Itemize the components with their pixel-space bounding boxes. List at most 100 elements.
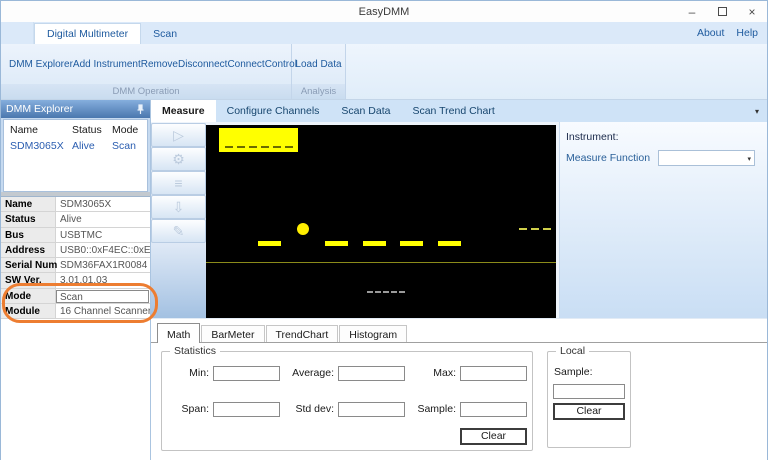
tab-configure-channels[interactable]: Configure Channels [216,100,331,122]
reading-dash [363,241,386,246]
statistics-clear-button[interactable]: Clear [460,428,527,445]
reading-dash [400,241,423,246]
tab-digital-multimeter[interactable]: Digital Multimeter [34,23,141,44]
sample-label: Sample: [402,403,456,417]
minimize-icon[interactable]: – [677,1,707,22]
property-row-mode: Mode Scan [1,289,150,304]
disconnect-button[interactable]: Disconnect [178,59,227,70]
remove-button[interactable]: Remove [141,59,178,70]
measure-tab-content: ▷ ⚙ ≡ ⇩ ✎ [151,122,767,318]
tab-math[interactable]: Math [157,323,200,343]
prop-value: SDM3065X [56,197,150,211]
document-tab-bar: Measure Configure Channels Scan Data Sca… [151,100,767,122]
maximize-icon[interactable] [707,1,737,22]
tab-scan-trend-chart[interactable]: Scan Trend Chart [401,100,505,122]
gear-icon: ⚙ [172,151,185,168]
prop-value: USBTMC [56,228,150,242]
aux-dash [543,228,551,230]
statistics-groupbox: Statistics Min: Average: Max: Span: Std … [161,351,533,451]
property-row-address: Address USB0::0xF4EC::0xEE38::... [1,243,150,258]
tab-barmeter[interactable]: BarMeter [201,325,264,342]
secondary-dash [399,291,405,293]
add-instrument-button[interactable]: Add Instrument [73,59,141,70]
secondary-dash [383,291,389,293]
settings-button[interactable]: ⚙ [151,147,206,171]
local-clear-button[interactable]: Clear [553,403,625,420]
prop-label: Status [1,212,56,226]
prop-value: SDM36FAX1R0084 [56,258,150,272]
min-label: Min: [162,367,209,381]
property-grid: Name SDM3065X Status Alive Bus USBTMC Ad… [1,196,150,460]
list-button[interactable]: ≡ [151,171,206,195]
instrument-panel: Instrument: Measure Function ▾ [559,122,767,318]
math-tab-content: Statistics Min: Average: Max: Span: Std … [151,343,767,460]
span-label: Span: [162,403,209,417]
play-icon: ▷ [173,127,184,144]
max-label: Max: [402,367,456,381]
maximize-glyph [718,7,727,16]
col-status: Status [72,124,112,136]
status-dash [273,146,281,148]
tab-trendchart[interactable]: TrendChart [266,325,339,342]
cell-name: SDM3065X [10,140,72,152]
local-sample-field[interactable] [553,384,625,399]
prop-value: Alive [56,212,150,226]
statistics-title: Statistics [170,345,220,357]
ribbon-group-dmm-operation: DMM Explorer Add Instrument Remove Disco… [1,44,292,99]
col-name: Name [10,124,72,136]
dmm-explorer-title: DMM Explorer [6,103,73,115]
tab-overflow-icon[interactable]: ▾ [755,107,759,116]
dmm-operation-group-label: DMM Operation [1,84,291,99]
table-row[interactable]: SDM3065X Alive Scan [4,136,147,152]
help-link[interactable]: Help [736,27,758,39]
local-groupbox: Local Sample: Clear [547,351,631,448]
stddev-field[interactable] [338,402,405,417]
average-label: Average: [268,367,334,381]
display-status-box [219,128,298,152]
aux-dash [531,228,539,230]
prop-label: Bus [1,228,56,242]
property-row-module: Module 16 Channel Scanner [1,304,150,319]
list-icon: ≡ [174,175,182,191]
max-field[interactable] [460,366,527,381]
analysis-buttons: Load Data [292,44,345,84]
prop-value: 3.01.01.03 [56,273,150,287]
property-row-name: Name SDM3065X [1,197,150,212]
ribbon-group-analysis: Load Data Analysis [292,44,346,99]
tab-scan[interactable]: Scan [141,24,189,44]
prop-value-mode-editor[interactable]: Scan [56,290,149,303]
close-icon[interactable]: × [737,1,767,22]
tab-histogram[interactable]: Histogram [339,325,407,342]
load-data-button[interactable]: Load Data [295,59,341,70]
ribbon: DMM Explorer Add Instrument Remove Disco… [1,44,767,100]
property-row-swver: SW Ver. 3.01.01.03 [1,273,150,288]
tab-measure[interactable]: Measure [151,100,216,122]
analysis-group-label: Analysis [292,84,345,99]
display-divider-line [206,262,556,263]
tab-scan-data[interactable]: Scan Data [330,100,401,122]
dmm-explorer-button[interactable]: DMM Explorer [9,59,73,70]
window-controls: – × [677,1,767,22]
sample-field[interactable] [460,402,527,417]
edit-button[interactable]: ✎ [151,219,206,243]
aux-dash [519,228,527,230]
secondary-dash [367,291,373,293]
dmm-operation-buttons: DMM Explorer Add Instrument Remove Disco… [1,44,291,84]
measure-function-select[interactable]: ▾ [658,150,755,166]
status-dash [249,146,257,148]
connect-button[interactable]: Connect [227,59,264,70]
status-dash [225,146,233,148]
property-row-status: Status Alive [1,212,150,227]
prop-label: Name [1,197,56,211]
prop-label: Mode [1,289,56,303]
menu-right: About Help [697,27,767,44]
instrument-title: Instrument: [566,131,761,143]
about-link[interactable]: About [697,27,724,39]
save-data-button[interactable]: ⇩ [151,195,206,219]
window-title: EasyDMM [1,6,767,18]
pin-icon[interactable] [136,104,145,115]
run-button[interactable]: ▷ [151,123,206,147]
measure-function-row: Measure Function ▾ [566,150,761,166]
average-field[interactable] [338,366,405,381]
app-menu-area [1,22,34,44]
